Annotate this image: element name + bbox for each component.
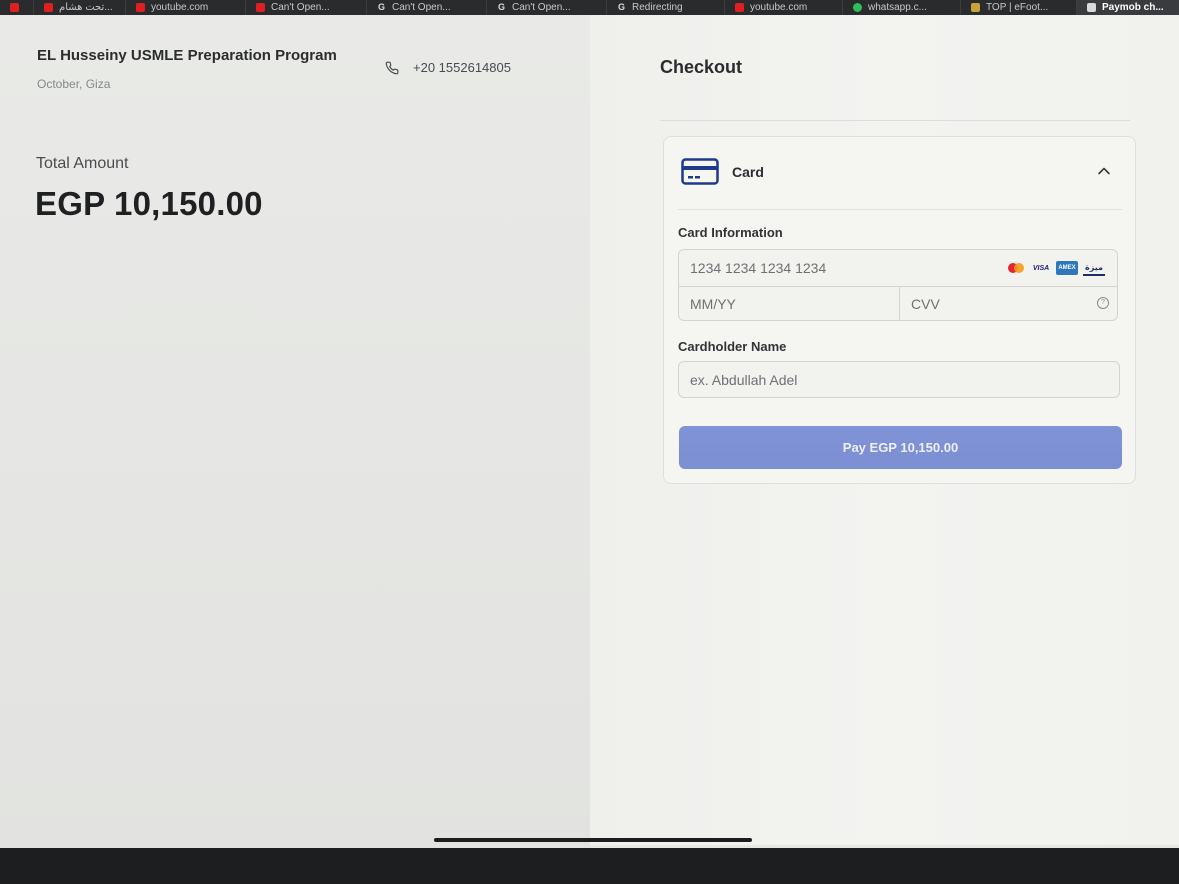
tab-label: Can't Open... <box>512 2 571 13</box>
youtube-icon <box>735 3 744 12</box>
divider <box>660 120 1130 121</box>
google-icon: G <box>617 2 625 12</box>
order-summary-panel: EL Husseiny USMLE Preparation Program Oc… <box>0 15 590 855</box>
paymob-icon <box>1087 3 1096 12</box>
browser-tab-active[interactable]: Paymob ch... <box>1077 0 1179 15</box>
card-number-placeholder: 1234 1234 1234 1234 <box>690 260 827 276</box>
checkout-title: Checkout <box>660 57 743 77</box>
meeza-icon: ميزة <box>1083 260 1105 276</box>
cvv-input[interactable]: CVV ? <box>900 286 1117 320</box>
browser-tab[interactable]: Can't Open... <box>246 0 367 15</box>
cardholder-name-input[interactable]: ex. Abdullah Adel <box>678 361 1120 398</box>
checkout-panel: Checkout Card Card Information 1234 1234… <box>590 15 1179 845</box>
tab-label: تحت هشام... <box>59 2 113 13</box>
youtube-icon <box>44 3 53 12</box>
cvv-placeholder: CVV <box>911 296 940 312</box>
help-icon[interactable]: ? <box>1097 297 1109 309</box>
youtube-icon <box>136 3 145 12</box>
tab-label: Redirecting <box>632 2 683 13</box>
card-information-label: Card Information <box>678 225 783 240</box>
home-indicator <box>434 838 752 842</box>
browser-tab[interactable]: TOP | eFoot... <box>961 0 1077 15</box>
tab-label: Can't Open... <box>271 2 330 13</box>
expiry-placeholder: MM/YY <box>690 296 736 312</box>
cardholder-name-label: Cardholder Name <box>678 339 787 354</box>
cardholder-name-placeholder: ex. Abdullah Adel <box>690 372 798 388</box>
browser-tab[interactable]: whatsapp.c... <box>843 0 961 15</box>
card-brands: VISA AMEX ميزة <box>1006 260 1105 276</box>
tab-label: youtube.com <box>151 2 209 13</box>
expiry-input[interactable]: MM/YY <box>679 286 900 320</box>
chevron-up-icon[interactable] <box>1096 163 1112 179</box>
youtube-icon <box>10 3 19 12</box>
amex-icon: AMEX <box>1056 261 1078 275</box>
tab-label: Paymob ch... <box>1102 2 1164 13</box>
browser-tab[interactable] <box>0 0 34 15</box>
device-bottom-bezel <box>0 848 1179 884</box>
merchant-name: EL Husseiny USMLE Preparation Program <box>37 47 337 64</box>
browser-tab[interactable]: G Redirecting <box>607 0 725 15</box>
phone-number: +20 1552614805 <box>413 60 511 75</box>
total-amount-value: EGP 10,150.00 <box>35 185 263 222</box>
visa-icon: VISA <box>1032 264 1050 272</box>
card-information-group: 1234 1234 1234 1234 VISA AMEX ميزة MM/YY… <box>678 249 1118 321</box>
tab-label: Can't Open... <box>392 2 451 13</box>
google-icon: G <box>377 2 385 12</box>
total-amount-label: Total Amount <box>36 155 129 172</box>
google-icon: G <box>497 2 505 12</box>
tab-label: TOP | eFoot... <box>986 2 1049 13</box>
mastercard-icon <box>1006 261 1026 275</box>
divider <box>678 209 1122 210</box>
credit-card-icon <box>681 155 719 187</box>
payment-method-label[interactable]: Card <box>732 164 764 180</box>
merchant-location: October, Giza <box>37 77 111 91</box>
browser-tab-bar: تحت هشام... youtube.com Can't Open... G … <box>0 0 1179 15</box>
pay-button[interactable]: Pay EGP 10,150.00 <box>679 426 1122 469</box>
tab-label: youtube.com <box>750 2 808 13</box>
youtube-icon <box>256 3 265 12</box>
browser-tab[interactable]: G Can't Open... <box>487 0 607 15</box>
efootball-icon <box>971 3 980 12</box>
browser-tab[interactable]: تحت هشام... <box>34 0 126 15</box>
browser-tab[interactable]: youtube.com <box>725 0 843 15</box>
browser-tab[interactable]: youtube.com <box>126 0 246 15</box>
phone-icon <box>385 61 399 74</box>
whatsapp-icon <box>853 3 862 12</box>
card-payment-section: Card Card Information 1234 1234 1234 123… <box>663 136 1136 484</box>
merchant-phone: +20 1552614805 <box>385 60 511 75</box>
browser-tab[interactable]: G Can't Open... <box>367 0 487 15</box>
tab-label: whatsapp.c... <box>868 2 927 13</box>
card-number-input[interactable]: 1234 1234 1234 1234 VISA AMEX ميزة <box>679 250 1117 287</box>
